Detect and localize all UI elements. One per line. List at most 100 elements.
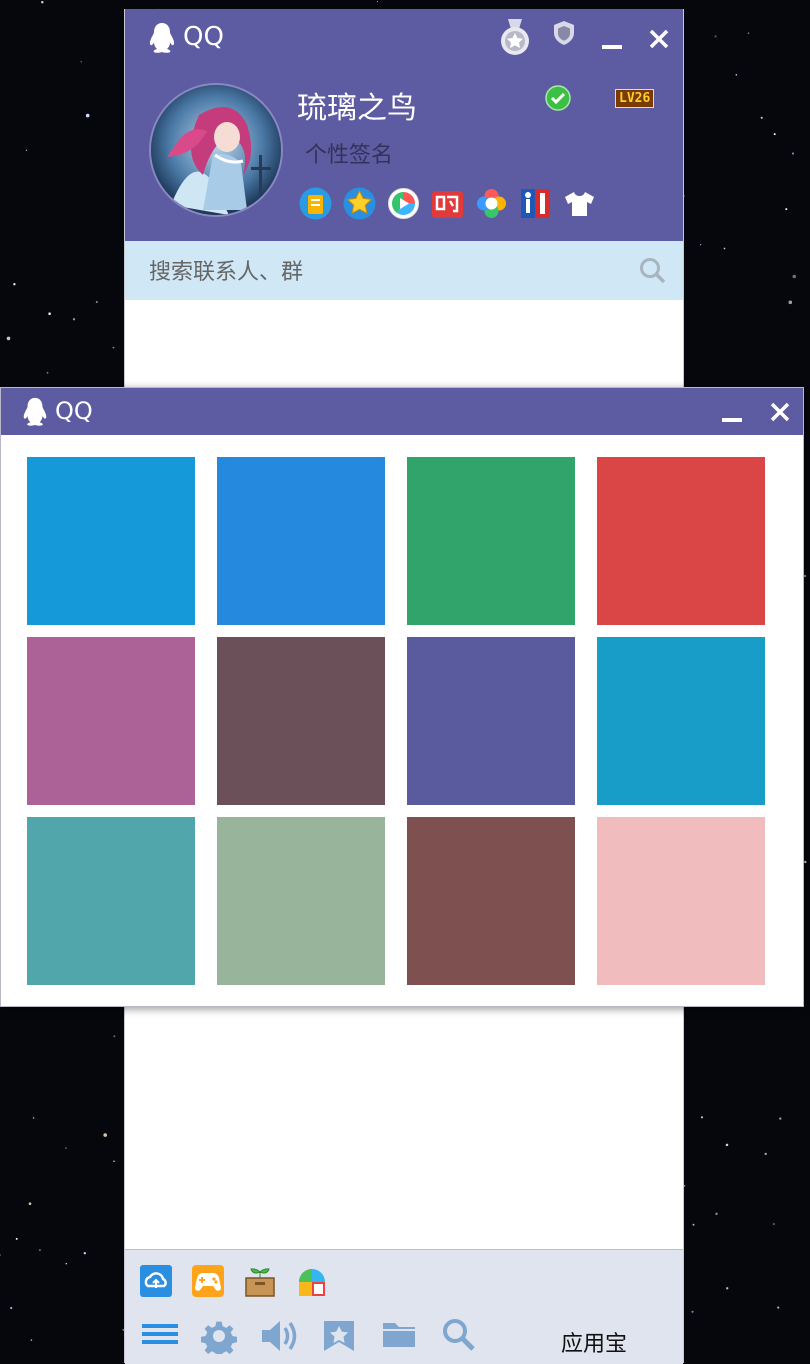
settings-icon <box>201 1321 237 1358</box>
shield-icon[interactable] <box>553 21 575 49</box>
star <box>764 1152 767 1156</box>
vip-star-icon[interactable] <box>343 187 376 220</box>
dress-up-icon[interactable] <box>563 187 596 220</box>
star <box>700 244 702 246</box>
minimize-button[interactable] <box>601 29 623 55</box>
color-swatch[interactable] <box>597 817 765 985</box>
star <box>103 1133 107 1137</box>
favorites-icon <box>324 1321 354 1351</box>
qq-logo: QQ <box>147 21 224 53</box>
avatar[interactable] <box>149 83 283 217</box>
star <box>80 61 82 63</box>
color-swatch[interactable] <box>407 817 575 985</box>
star <box>715 1212 718 1216</box>
tencent-pc-manager-icon[interactable] <box>295 1264 329 1298</box>
weiyun-icon[interactable] <box>139 1264 173 1298</box>
color-swatch[interactable] <box>27 457 195 625</box>
color-swatch[interactable] <box>597 457 765 625</box>
photo-wall-icon[interactable] <box>475 187 508 220</box>
star <box>714 35 717 38</box>
star <box>779 1117 782 1120</box>
color-swatch[interactable] <box>217 817 385 985</box>
minimize-button[interactable] <box>721 402 743 428</box>
star <box>792 274 797 279</box>
online-status[interactable] <box>545 85 571 115</box>
color-swatch[interactable] <box>407 637 575 805</box>
color-swatch[interactable] <box>27 817 195 985</box>
star <box>48 312 51 315</box>
star <box>113 1160 115 1162</box>
menu-icon <box>142 1324 178 1344</box>
star <box>10 1306 13 1310</box>
star <box>65 1147 67 1149</box>
color-swatch[interactable] <box>407 457 575 625</box>
star <box>30 1339 33 1341</box>
star <box>83 1252 86 1255</box>
qzone-icon[interactable] <box>299 187 332 220</box>
minimize-icon <box>722 418 742 422</box>
penguin-icon <box>23 397 47 426</box>
file-icon <box>383 1323 415 1347</box>
medal-icon[interactable] <box>499 19 531 61</box>
star <box>6 336 11 341</box>
star <box>760 116 763 119</box>
qq-brand-text: QQ <box>183 22 224 52</box>
signature[interactable]: 个性签名 <box>305 137 393 169</box>
qq-brand-text: QQ <box>55 397 93 425</box>
app-icon-bar <box>299 187 596 220</box>
star <box>113 1035 116 1038</box>
star <box>85 113 90 118</box>
star <box>112 346 115 349</box>
main-header: QQ 琉璃之鸟 LV26 个性签名 <box>125 9 683 241</box>
nba-vip-icon[interactable] <box>519 187 552 220</box>
penguin-icon <box>149 23 175 53</box>
star <box>777 1306 780 1309</box>
color-swatch[interactable] <box>27 637 195 805</box>
search-tool-button[interactable] <box>441 1318 477 1356</box>
star <box>46 371 49 374</box>
close-icon <box>770 402 790 422</box>
nickname[interactable]: 琉璃之鸟 <box>297 83 417 127</box>
star <box>723 247 726 250</box>
search-input[interactable] <box>147 255 631 289</box>
star <box>41 1 44 4</box>
contact-search-bar <box>125 241 683 300</box>
star <box>792 152 794 155</box>
favorites-button[interactable] <box>321 1318 357 1358</box>
qq-logo: QQ <box>21 396 93 426</box>
menu-button[interactable] <box>141 1318 179 1354</box>
shopping-icon[interactable] <box>431 187 464 220</box>
star <box>691 1310 694 1313</box>
star <box>32 1117 35 1119</box>
farm-icon[interactable] <box>243 1264 277 1298</box>
sound-button[interactable] <box>259 1318 299 1358</box>
color-swatch[interactable] <box>217 637 385 805</box>
app-store-link[interactable]: 应用宝 <box>561 1326 627 1358</box>
star <box>788 300 793 305</box>
star <box>785 208 788 211</box>
close-button[interactable] <box>769 401 791 427</box>
star <box>725 1143 729 1147</box>
star <box>28 1202 32 1205</box>
star <box>773 133 776 136</box>
level-badge[interactable]: LV26 <box>615 89 655 108</box>
color-swatch[interactable] <box>597 637 765 805</box>
file-button[interactable] <box>381 1318 417 1354</box>
settings-button[interactable] <box>201 1318 237 1358</box>
star <box>15 1237 18 1240</box>
star <box>804 860 807 864</box>
star <box>0 1254 1 1256</box>
star <box>803 574 807 578</box>
star <box>735 74 738 76</box>
search-icon <box>443 1319 475 1351</box>
close-button[interactable] <box>648 28 670 54</box>
star <box>25 149 28 151</box>
star <box>773 1223 775 1225</box>
star <box>65 1262 68 1265</box>
search-icon[interactable] <box>639 257 667 289</box>
star <box>95 300 98 304</box>
tencent-video-icon[interactable] <box>387 187 420 220</box>
skin-picker-window: QQ <box>0 387 804 1007</box>
games-icon[interactable] <box>191 1264 225 1298</box>
color-swatch[interactable] <box>217 457 385 625</box>
